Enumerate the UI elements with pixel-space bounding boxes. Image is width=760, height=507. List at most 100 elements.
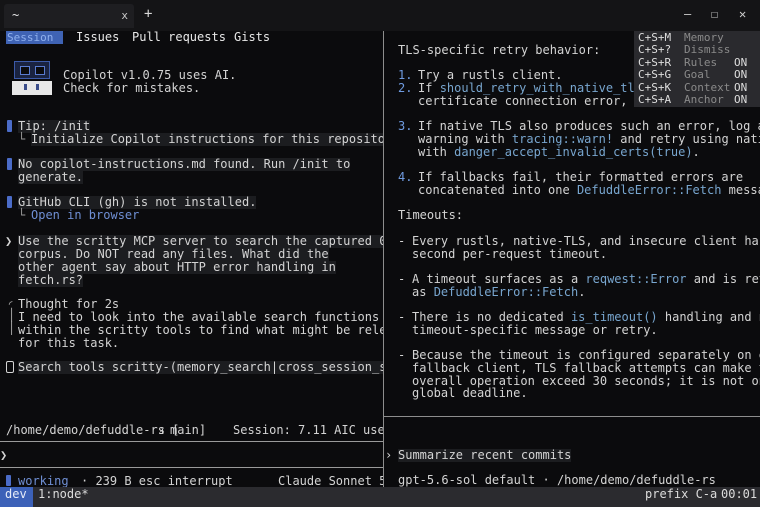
tool-spinner-icon [6,361,14,373]
tab-close-icon[interactable]: x [121,9,128,22]
title-bar: ~ x + — ☐ ✕ [0,0,760,31]
input-separator [384,416,760,417]
open-in-browser-link[interactable]: Open in browser [31,209,139,222]
session-usage: Session: 7.11 AIC used [233,423,383,437]
maximize-button[interactable]: ☐ [711,7,718,21]
shortcut-row: C+S+? Dismiss [638,44,758,56]
shortcut-key: C+S+? [638,43,672,57]
list-item-line: certificate connection error, retr [418,93,664,108]
input-separator [0,467,383,468]
shortcut-name: Rules [684,55,718,69]
shortcut-name: Context [684,80,731,94]
text-segment: with [418,144,455,159]
copilot-mascot-icon [12,61,52,97]
tree-corner-icon: └ [18,132,26,146]
text-segment: Try a rustls client. [418,68,563,82]
shortcut-state: ON [734,55,748,69]
text-segment: concatenated into one [418,182,577,197]
shortcut-name: Goal [684,68,711,82]
notice-marker-icon [7,158,12,170]
inline-code: DefuddleError::Fetch [433,284,579,299]
text-segment: timeout-specific message or retry. [412,322,658,337]
shortcut-state: ON [734,93,748,106]
banner-line-2: Check for mistakes. [63,81,201,95]
bullet-line: second per-request timeout. [412,246,608,261]
inline-code: DefuddleError::Fetch [576,182,722,197]
text-segment: . [692,144,700,159]
bullet-line: global deadline. [412,387,528,400]
tmux-status-bar: dev 1:node* prefix C-a 00:01 [0,487,760,507]
text-segment: second per-request timeout. [412,246,608,261]
tree-corner-icon: └ [18,208,26,222]
input-separator [0,441,383,442]
new-tab-button[interactable]: + [144,7,152,21]
prompt-marker-icon: ❯ [5,234,13,248]
terminal-tab[interactable]: ~ x [4,4,134,28]
bullet-line: as DefuddleError::Fetch. [412,284,586,299]
notice-line-2: generate. [18,170,84,184]
shortcut-row: C+S+K Context ON [638,80,758,94]
thought-line-3: for this task. [18,336,120,350]
input-marker-icon: › [385,448,393,462]
text-segment: global deadline. [412,386,528,401]
nav-tab-issues[interactable]: Issues [76,31,119,44]
list-number: 4. [398,170,413,184]
minimize-button[interactable]: — [684,7,691,21]
list-item-line: concatenated into one DefuddleError::Fet… [418,182,760,197]
shortcut-key: C+S+K [638,80,672,94]
nav-tab-gists[interactable]: Gists [234,31,270,44]
clock: 00:01 [721,487,758,501]
bullet-line: timeout-specific message or retry. [412,322,658,337]
inline-code: reqwest::Error [585,272,687,286]
text-segment: . [578,284,586,299]
tab-title: ~ [12,8,20,22]
model-name: Claude Sonnet 5 [278,474,383,488]
text-segment: as [412,284,434,299]
text-segment: and is returned [693,272,760,286]
shortcut-name: Anchor [684,93,724,106]
shortcut-row: C+S+R Rules ON [638,55,758,69]
chat-input[interactable]: ❯ [0,449,7,462]
status-working: working [18,474,69,488]
shortcut-row: C+S+A Anchor ON [638,94,758,106]
section-heading: TLS-specific retry behavior: [398,43,601,57]
shortcut-state: ON [734,80,748,94]
inline-code: danger_accept_invalid_certs(true) [454,144,693,159]
thought-line-bar: │ [8,321,16,335]
prefix-indicator: prefix C-a [645,487,718,501]
bullet-dash-icon: - [398,310,406,324]
nav-tab-pull-requests[interactable]: Pull requests [132,31,226,44]
text-segment: message. [728,182,760,197]
close-window-button[interactable]: ✕ [739,7,746,21]
branch-icon: ⅎ [159,423,164,437]
shortcut-row: C+S+M Memory [638,32,758,44]
copilot-pane[interactable]: Session Issues Pull requests Gists Copil… [0,31,383,487]
prompt-line-4: fetch.rs? [18,273,84,287]
shortcut-key: C+S+G [638,68,672,82]
tip-marker-icon [7,120,12,132]
text-segment: certificate connection error, retr [418,93,664,108]
shortcut-key: C+S+M [638,31,672,44]
codex-pane[interactable]: TLS-specific retry behavior: 1. Try a rust… [384,31,760,487]
list-item-line: with danger_accept_invalid_certs(true). [418,144,700,159]
shortcut-panel: C+S+M Memory C+S+? Dismiss C+S+R Rules ON C+S+G… [634,31,760,107]
working-indicator-icon [6,475,11,486]
status-detail: · 239 B esc interrupt [81,474,233,488]
list-number: 3. [398,119,413,133]
nav-tab-session[interactable]: Session [6,31,63,44]
model-footer: gpt-5.6-sol default · /home/demo/defuddl… [398,473,716,487]
git-branch: main] [170,423,207,437]
shortcut-name: Dismiss [684,43,731,57]
shortcut-key: C+S+A [638,93,672,106]
shortcut-row: C+S+G Goal ON [638,69,758,81]
shortcut-state: ON [734,68,748,82]
list-number: 2. [398,81,413,95]
window-name[interactable]: 1:node* [38,487,89,501]
shortcut-name: Memory [684,31,724,44]
gh-marker-icon [7,196,12,208]
cwd: /home/demo/defuddle-rs [ [6,423,180,437]
session-name[interactable]: dev [0,487,33,507]
tool-call: Search tools scritty-(memory_search|cros… [18,361,383,374]
bullet-dash-icon: - [398,234,406,248]
chat-input[interactable]: Summarize recent commits [398,449,572,462]
